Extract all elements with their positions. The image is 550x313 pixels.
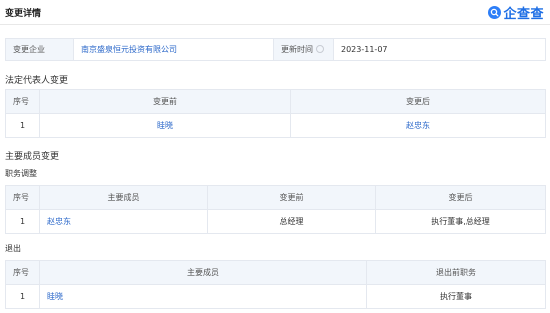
main-members-change-title: 主要成员变更	[5, 152, 60, 162]
column-header: 序号	[5, 260, 40, 285]
column-header: 退出前职务	[366, 260, 546, 285]
column-header: 序号	[5, 185, 40, 210]
person-link[interactable]: 赵忠东	[290, 113, 546, 138]
position-after: 执行董事,总经理	[375, 209, 546, 234]
header-divider	[0, 24, 550, 25]
exit-title: 退出	[5, 244, 21, 253]
column-header: 变更前	[207, 185, 376, 210]
legal-rep-table: 序号 变更前 变更后 1 眭晓 赵忠东	[5, 89, 546, 138]
legal-rep-change-title: 法定代表人变更	[5, 76, 69, 86]
table-header-row: 序号 主要成员 退出前职务	[5, 260, 546, 285]
update-date: 2023-11-07	[333, 38, 546, 61]
qcc-logo-icon	[488, 6, 502, 19]
page-title: 变更详情	[5, 9, 42, 19]
position-adjust-title: 职务调整	[5, 169, 37, 178]
company-label: 变更企业	[5, 38, 74, 61]
table-row: 1 赵忠东 总经理 执行董事,总经理	[5, 209, 546, 234]
column-header: 主要成员	[39, 185, 208, 210]
logo-text: 企查查	[503, 7, 544, 22]
table-header-row: 序号 主要成员 变更前 变更后	[5, 185, 546, 210]
position-adjust-table: 序号 主要成员 变更前 变更后 1 赵忠东 总经理 执行董事,总经理	[5, 185, 546, 234]
column-header: 变更前	[39, 89, 291, 114]
column-header: 主要成员	[39, 260, 367, 285]
column-header: 变更后	[290, 89, 546, 114]
table-header-row: 序号 变更前 变更后	[5, 89, 546, 114]
brand-logo: 企查查	[488, 3, 544, 22]
row-number: 1	[5, 113, 40, 138]
exit-position: 执行董事	[366, 284, 546, 309]
summary-table: 变更企业 南京盛泉恒元投资有限公司 更新时间 2023-11-07	[5, 38, 546, 61]
table-row: 1 眭晓 执行董事	[5, 284, 546, 309]
column-header: 序号	[5, 89, 40, 114]
update-time-label: 更新时间	[273, 38, 334, 61]
person-link[interactable]: 眭晓	[39, 113, 291, 138]
info-icon[interactable]	[316, 44, 324, 53]
page-header: 变更详情 企查查	[0, 0, 550, 24]
member-link[interactable]: 赵忠东	[39, 209, 208, 234]
column-header: 变更后	[375, 185, 546, 210]
company-name-link[interactable]: 南京盛泉恒元投资有限公司	[73, 38, 274, 61]
row-number: 1	[5, 284, 40, 309]
position-before: 总经理	[207, 209, 376, 234]
row-number: 1	[5, 209, 40, 234]
exit-table: 序号 主要成员 退出前职务 1 眭晓 执行董事	[5, 260, 546, 309]
table-row: 1 眭晓 赵忠东	[5, 113, 546, 138]
member-link[interactable]: 眭晓	[39, 284, 367, 309]
